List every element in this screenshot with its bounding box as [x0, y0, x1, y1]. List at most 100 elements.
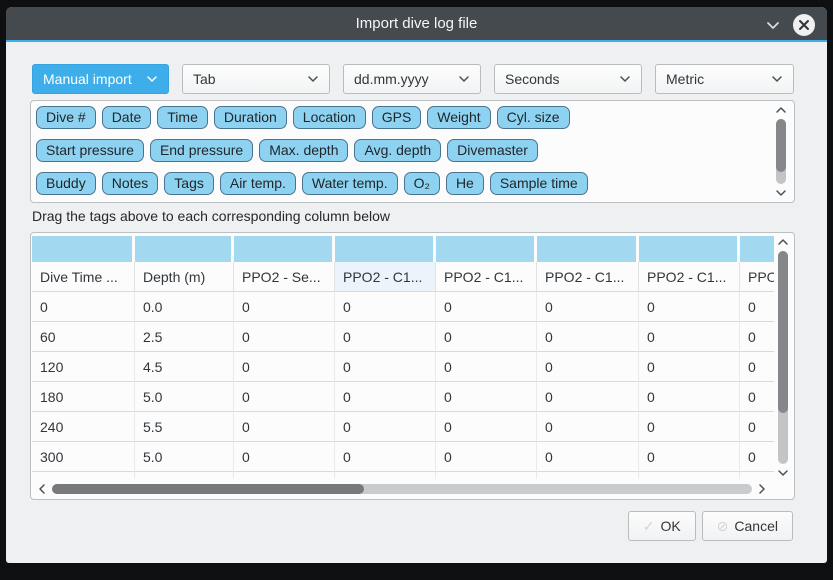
dropdown-import-mode[interactable]: Manual import: [32, 64, 169, 94]
table-horizontal-scrollbar[interactable]: [32, 479, 774, 498]
scrollbar-thumb[interactable]: [776, 119, 786, 172]
table-cell[interactable]: 0: [537, 322, 639, 352]
table-cell[interactable]: 0: [436, 442, 537, 472]
tag-water-temp[interactable]: Water temp.: [302, 172, 398, 195]
column-drop-cell[interactable]: [335, 236, 433, 262]
tag-cyl-size[interactable]: Cyl. size: [497, 106, 570, 129]
tag-duration[interactable]: Duration: [214, 106, 287, 129]
table-cell[interactable]: 0: [335, 352, 436, 382]
table-cell[interactable]: 0: [234, 412, 335, 442]
table-cell[interactable]: 240: [32, 412, 135, 442]
tag-time[interactable]: Time: [157, 106, 208, 129]
table-cell[interactable]: 0: [234, 352, 335, 382]
table-cell[interactable]: 0: [537, 382, 639, 412]
column-header[interactable]: Depth (m): [135, 262, 234, 292]
table-cell[interactable]: 0: [740, 292, 774, 322]
tag-location[interactable]: Location: [293, 106, 366, 129]
tag-sample-time[interactable]: Sample time: [490, 172, 588, 195]
table-cell[interactable]: 0: [537, 442, 639, 472]
table-cell[interactable]: 180: [32, 382, 135, 412]
table-cell[interactable]: 0: [639, 352, 740, 382]
table-vertical-scrollbar[interactable]: [773, 235, 793, 480]
scrollbar-thumb[interactable]: [52, 484, 364, 494]
tag-notes[interactable]: Notes: [102, 172, 159, 195]
column-drop-cell[interactable]: [32, 236, 132, 262]
column-drop-cell[interactable]: [639, 236, 737, 262]
table-cell[interactable]: 60: [32, 322, 135, 352]
table-cell[interactable]: 0: [740, 382, 774, 412]
table-cell[interactable]: 0: [436, 412, 537, 442]
table-cell[interactable]: 0: [740, 442, 774, 472]
dropdown-units[interactable]: Metric: [655, 64, 794, 94]
tag-air-temp[interactable]: Air temp.: [220, 172, 296, 195]
tag-avg-depth[interactable]: Avg. depth: [354, 139, 441, 162]
column-header[interactable]: PPO2 - C1...: [740, 262, 774, 292]
ok-button[interactable]: ✓ OK: [628, 511, 696, 541]
table-cell[interactable]: 0.0: [135, 292, 234, 322]
table-cell[interactable]: 0: [537, 412, 639, 442]
table-cell[interactable]: 5.5: [135, 412, 234, 442]
table-cell[interactable]: 0: [436, 382, 537, 412]
dropdown-time-format[interactable]: Seconds: [494, 64, 642, 94]
table-cell[interactable]: 0: [639, 382, 740, 412]
close-icon[interactable]: [793, 14, 815, 36]
dropdown-separator[interactable]: Tab: [182, 64, 330, 94]
table-cell[interactable]: 2.5: [135, 322, 234, 352]
table-cell[interactable]: 0: [740, 322, 774, 352]
table-cell[interactable]: 0: [335, 382, 436, 412]
table-cell[interactable]: 0: [537, 292, 639, 322]
table-cell[interactable]: 0: [639, 412, 740, 442]
table-cell[interactable]: 0: [335, 412, 436, 442]
column-drop-cell[interactable]: [436, 236, 534, 262]
tag-dive[interactable]: Dive #: [36, 106, 96, 129]
tag-he[interactable]: He: [446, 172, 484, 195]
tag-end-pressure[interactable]: End pressure: [150, 139, 253, 162]
scroll-left-icon[interactable]: [36, 483, 48, 495]
column-header[interactable]: PPO2 - C1...: [335, 262, 436, 292]
tag-max-depth[interactable]: Max. depth: [259, 139, 348, 162]
table-cell[interactable]: 5.0: [135, 442, 234, 472]
column-header[interactable]: PPO2 - C1...: [537, 262, 639, 292]
table-cell[interactable]: 5.0: [135, 382, 234, 412]
tag-o[interactable]: O₂: [404, 172, 440, 195]
dropdown-date-format[interactable]: dd.mm.yyyy: [343, 64, 481, 94]
table-cell[interactable]: 0: [436, 292, 537, 322]
table-cell[interactable]: 0: [234, 442, 335, 472]
scrollbar-thumb[interactable]: [778, 251, 788, 413]
column-drop-cell[interactable]: [740, 236, 774, 262]
table-cell[interactable]: 0: [335, 292, 436, 322]
table-cell[interactable]: 0: [537, 352, 639, 382]
table-cell[interactable]: 0: [740, 412, 774, 442]
tag-divemaster[interactable]: Divemaster: [447, 139, 538, 162]
tag-date[interactable]: Date: [102, 106, 152, 129]
column-header[interactable]: Dive Time ...: [32, 262, 135, 292]
tags-scrollbar[interactable]: [771, 103, 791, 200]
table-cell[interactable]: 0: [639, 442, 740, 472]
scroll-right-icon[interactable]: [756, 483, 768, 495]
table-cell[interactable]: 0: [234, 322, 335, 352]
column-drop-cell[interactable]: [537, 236, 636, 262]
column-header[interactable]: PPO2 - Se...: [234, 262, 335, 292]
tag-start-pressure[interactable]: Start pressure: [36, 139, 144, 162]
scroll-up-icon[interactable]: [777, 237, 789, 247]
scroll-down-icon[interactable]: [775, 188, 787, 198]
table-cell[interactable]: 4.5: [135, 352, 234, 382]
tag-buddy[interactable]: Buddy: [36, 172, 96, 195]
column-header[interactable]: PPO2 - C1...: [639, 262, 740, 292]
table-cell[interactable]: 0: [335, 322, 436, 352]
scroll-up-icon[interactable]: [775, 105, 787, 115]
titlebar[interactable]: Import dive log file: [6, 7, 827, 42]
column-drop-cell[interactable]: [135, 236, 231, 262]
cancel-button[interactable]: ⊘ Cancel: [702, 511, 793, 541]
table-cell[interactable]: 0: [234, 382, 335, 412]
column-header[interactable]: PPO2 - C1...: [436, 262, 537, 292]
table-cell[interactable]: 0: [740, 352, 774, 382]
table-cell[interactable]: 0: [639, 292, 740, 322]
tag-weight[interactable]: Weight: [427, 106, 490, 129]
table-cell[interactable]: 300: [32, 442, 135, 472]
table-cell[interactable]: 0: [32, 292, 135, 322]
tag-tags[interactable]: Tags: [164, 172, 214, 195]
column-drop-cell[interactable]: [234, 236, 332, 262]
table-cell[interactable]: 0: [436, 352, 537, 382]
table-cell[interactable]: 120: [32, 352, 135, 382]
